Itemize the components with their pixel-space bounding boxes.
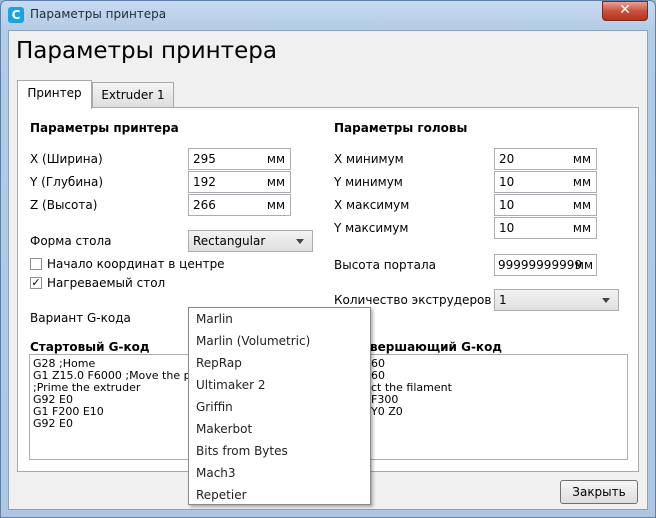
app-logo-icon: C — [8, 7, 24, 23]
dropdown-option-makerbot[interactable]: Makerbot — [196, 422, 252, 436]
window-close-button[interactable]: ✕ — [602, 1, 648, 21]
gantry-height-input[interactable]: 99999999999 мм — [494, 254, 597, 276]
height-label: Z (Высота) — [30, 198, 98, 212]
width-unit: мм — [266, 152, 285, 166]
y-max-unit: мм — [572, 221, 591, 235]
gantry-height-label: Высота портала — [334, 258, 436, 272]
gcode-flavor-dropdown: Marlin Marlin (Volumetric) RepRap Ultima… — [188, 307, 371, 505]
extruder-count-select[interactable]: 1 — [494, 289, 619, 311]
height-input[interactable]: 266 мм — [188, 194, 291, 216]
x-min-input[interactable]: 20 мм — [494, 148, 597, 170]
tab-extruder-1[interactable]: Extruder 1 — [92, 82, 174, 109]
gantry-height-value: 99999999999 — [498, 258, 582, 272]
chevron-down-icon — [602, 298, 610, 303]
window-title: Параметры принтера — [30, 7, 167, 21]
dropdown-option-marlin[interactable]: Marlin — [196, 312, 233, 326]
dropdown-option-repetier[interactable]: Repetier — [196, 488, 247, 502]
y-max-label: Y максимум — [334, 221, 409, 235]
height-unit: мм — [266, 198, 285, 212]
x-min-unit: мм — [572, 152, 591, 166]
gantry-height-unit: мм — [574, 258, 593, 272]
heated-bed-checkbox[interactable]: ✓ — [30, 277, 42, 289]
origin-center-label: Начало координат в центре — [47, 257, 225, 271]
y-min-value: 10 — [499, 175, 515, 189]
x-max-input[interactable]: 10 мм — [494, 194, 597, 216]
y-max-value: 10 — [499, 221, 515, 235]
height-value: 266 — [193, 198, 216, 212]
depth-input[interactable]: 192 мм — [188, 171, 291, 193]
head-section-title: Параметры головы — [334, 121, 468, 135]
heated-bed-label: Нагреваемый стол — [47, 276, 166, 290]
end-gcode-title: вершающий G-код — [370, 340, 502, 354]
x-min-value: 20 — [499, 152, 515, 166]
dropdown-option-ultimaker-2[interactable]: Ultimaker 2 — [196, 378, 266, 392]
dropdown-option-marlin-volumetric[interactable]: Marlin (Volumetric) — [196, 334, 310, 348]
y-max-input[interactable]: 10 мм — [494, 217, 597, 239]
width-label: X (Ширина) — [30, 152, 103, 166]
checkmark-icon: ✓ — [31, 276, 41, 289]
end-gcode-textarea[interactable]: 60 60 ct the filament F300 Y0 Z0 — [334, 354, 628, 460]
y-min-unit: мм — [572, 175, 591, 189]
page-title: Параметры принтера — [16, 38, 277, 64]
extruder-count-value: 1 — [499, 293, 507, 307]
printer-section-title: Параметры принтера — [30, 121, 179, 135]
width-input[interactable]: 295 мм — [188, 148, 291, 170]
close-button[interactable]: Закрыть — [560, 480, 638, 504]
y-min-input[interactable]: 10 мм — [494, 171, 597, 193]
gcode-flavor-label: Вариант G-кода — [30, 311, 131, 325]
width-value: 295 — [193, 152, 216, 166]
tab-printer[interactable]: Принтер — [17, 80, 92, 109]
depth-unit: мм — [266, 175, 285, 189]
depth-value: 192 — [193, 175, 216, 189]
x-min-label: X минимум — [334, 152, 404, 166]
bed-shape-label: Форма стола — [30, 234, 112, 248]
bed-shape-value: Rectangular — [193, 234, 266, 248]
extruder-count-label: Количество экструдеров — [334, 293, 492, 307]
code-line: Y0 Z0 — [371, 405, 403, 418]
origin-center-checkbox[interactable] — [30, 258, 42, 270]
dropdown-option-mach3[interactable]: Mach3 — [196, 466, 236, 480]
dropdown-option-reprap[interactable]: RepRap — [196, 356, 242, 370]
x-max-label: X максимум — [334, 198, 410, 212]
start-gcode-title: Стартовый G-код — [30, 340, 150, 354]
x-max-unit: мм — [572, 198, 591, 212]
dropdown-option-griffin[interactable]: Griffin — [196, 400, 233, 414]
bed-shape-select[interactable]: Rectangular — [188, 230, 313, 252]
x-max-value: 10 — [499, 198, 515, 212]
depth-label: Y (Глубина) — [30, 175, 103, 189]
y-min-label: Y минимум — [334, 175, 403, 189]
chevron-down-icon — [296, 239, 304, 244]
dropdown-option-bits-from-bytes[interactable]: Bits from Bytes — [196, 444, 288, 458]
